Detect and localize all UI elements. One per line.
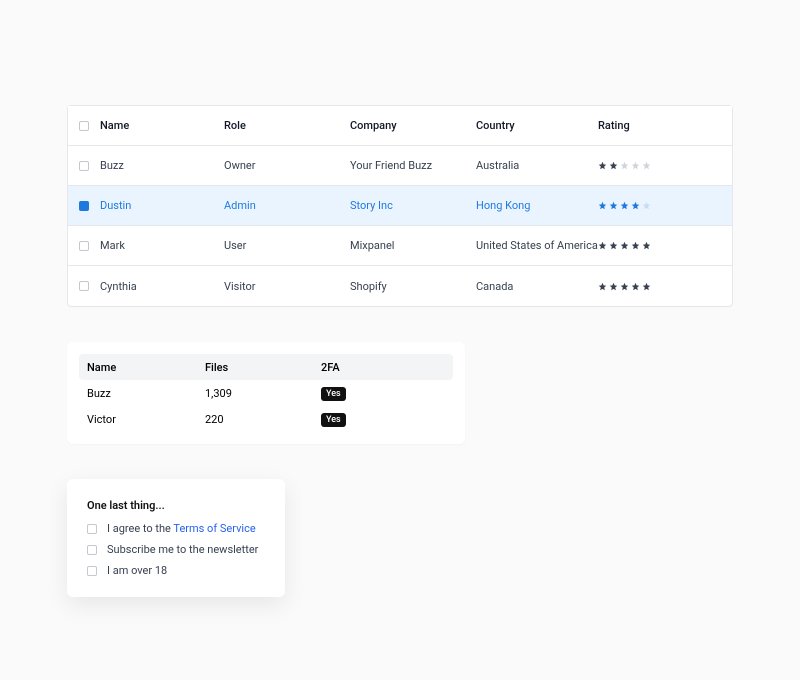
consent-title: One last thing... [87,499,265,512]
cell-name: Buzz [100,159,224,172]
files-cell-name: Buzz [79,387,197,400]
star-icon [609,161,618,170]
star-icon [609,282,618,291]
newsletter-label: Subscribe me to the newsletter [107,543,258,556]
cell-country: Australia [476,159,598,172]
cell-rating [598,161,732,170]
cell-role: Owner [224,159,350,172]
terms-checkbox[interactable] [87,524,97,534]
cell-country: Canada [476,280,598,293]
cell-country: United States of America [476,239,598,252]
cell-company: Story Inc [350,199,476,212]
header-rating: Rating [598,119,732,132]
star-icon [609,241,618,250]
row-checkbox[interactable] [79,161,89,171]
row-checkbox[interactable] [79,281,89,291]
cell-company: Your Friend Buzz [350,159,476,172]
users-table-header: Name Role Company Country Rating [68,106,732,146]
star-icon [631,282,640,291]
cell-name: Mark [100,239,224,252]
star-icon [631,201,640,210]
star-icon [631,161,640,170]
consent-option-age[interactable]: I am over 18 [87,564,265,577]
files-cell-name: Victor [79,413,197,426]
files-row[interactable]: Buzz1,309 Yes [79,380,453,406]
cell-company: Shopify [350,280,476,293]
files-cell-2fa: Yes [313,412,453,427]
cell-rating [598,282,732,291]
age-label: I am over 18 [107,564,167,577]
twofa-badge: Yes [321,413,346,427]
table-row[interactable]: CynthiaVisitorShopifyCanada [68,266,732,306]
cell-company: Mixpanel [350,239,476,252]
select-all-checkbox[interactable] [79,121,89,131]
cell-name: Dustin [100,199,224,212]
table-row[interactable]: MarkUserMixpanelUnited States of America [68,226,732,266]
star-icon [631,241,640,250]
star-icon [642,241,651,250]
star-icon [598,201,607,210]
star-icon [620,282,629,291]
star-icon [598,282,607,291]
header-name: Name [100,119,224,132]
star-icon [609,201,618,210]
cell-rating [598,201,732,210]
age-checkbox[interactable] [87,566,97,576]
header-role: Role [224,119,350,132]
row-checkbox[interactable] [79,201,89,211]
star-icon [620,161,629,170]
users-table: Name Role Company Country Rating BuzzOwn… [67,105,733,307]
cell-role: Visitor [224,280,350,293]
star-icon [642,282,651,291]
terms-label: I agree to the Terms of Service [107,522,256,535]
files-header-files: Files [197,361,313,374]
cell-rating [598,241,732,250]
files-cell-2fa: Yes [313,386,453,401]
header-country: Country [476,119,598,132]
cell-role: User [224,239,350,252]
star-icon [598,241,607,250]
star-icon [620,201,629,210]
files-cell-files: 220 [197,413,313,426]
consent-option-terms[interactable]: I agree to the Terms of Service [87,522,265,535]
files-header-2fa: 2FA [313,361,453,374]
row-checkbox[interactable] [79,241,89,251]
star-icon [598,161,607,170]
star-icon [642,161,651,170]
star-icon [642,201,651,210]
files-row[interactable]: Victor220 Yes [79,406,453,432]
twofa-badge: Yes [321,387,346,401]
consent-card: One last thing... I agree to the Terms o… [67,479,285,597]
cell-role: Admin [224,199,350,212]
files-table: Name Files 2FA Buzz1,309 Yes Victor220 Yes [67,342,465,444]
table-row[interactable]: DustinAdminStory IncHong Kong [68,186,732,226]
terms-link[interactable]: Terms of Service [173,522,255,535]
star-icon [620,241,629,250]
files-cell-files: 1,309 [197,387,313,400]
table-row[interactable]: BuzzOwnerYour Friend BuzzAustralia [68,146,732,186]
files-table-header: Name Files 2FA [79,354,453,380]
files-header-name: Name [79,361,197,374]
cell-name: Cynthia [100,280,224,293]
cell-country: Hong Kong [476,199,598,212]
consent-option-newsletter[interactable]: Subscribe me to the newsletter [87,543,265,556]
newsletter-checkbox[interactable] [87,545,97,555]
header-company: Company [350,119,476,132]
